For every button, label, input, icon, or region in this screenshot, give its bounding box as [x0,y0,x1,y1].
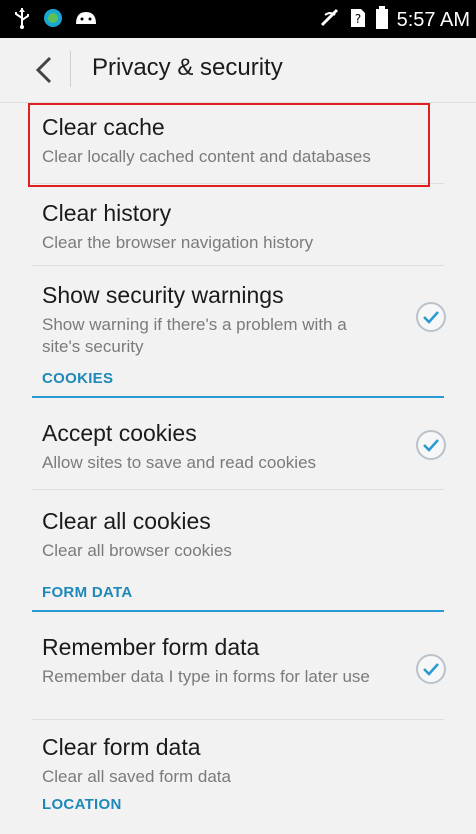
pref-title: Clear form data [42,734,201,760]
section-rule [32,610,444,612]
pref-clear-history[interactable]: Clear history Clear the browser navigati… [0,184,476,266]
pref-summary: Clear all saved form data [42,767,231,786]
section-location: LOCATION [0,790,476,826]
section-rule [32,396,444,398]
sim-unknown-icon: ? [349,7,367,34]
check-icon [423,311,439,324]
pref-summary: Remember data I type in forms for later … [42,667,370,686]
pref-title: Show security warnings [42,282,284,308]
app-bar: Privacy & security [0,38,476,103]
checkbox-security-warnings[interactable] [416,302,446,332]
pref-show-security-warnings[interactable]: Show security warnings Show warning if t… [0,266,476,360]
svg-text:?: ? [354,12,360,26]
clock: 5:57 AM [396,9,470,31]
usb-icon [12,6,32,35]
check-icon [423,439,439,452]
pref-clear-form-data[interactable]: Clear form data Clear all saved form dat… [0,720,476,798]
pref-title: Remember form data [42,634,260,660]
section-label: COOKIES [42,370,114,387]
sync-icon [42,7,64,34]
pref-title: Accept cookies [42,420,197,446]
pref-title: Clear all cookies [42,508,211,534]
page-title: Privacy & security [92,54,283,81]
battery-icon [375,6,389,35]
pref-summary: Clear all browser cookies [42,541,232,560]
checkbox-remember-form-data[interactable] [416,654,446,684]
pref-summary: Clear the browser navigation history [42,233,314,252]
status-right: ? 5:57 AM [319,6,470,35]
pref-summary: Allow sites to save and read cookies [42,453,317,472]
app-bar-divider [70,51,71,87]
checkbox-accept-cookies[interactable] [416,430,446,460]
android-icon [74,8,98,33]
no-signal-icon [319,7,341,34]
pref-accept-cookies[interactable]: Accept cookies Allow sites to save and r… [0,402,476,490]
section-cookies: COOKIES [0,364,476,400]
highlight-box [28,103,430,187]
pref-summary: Show warning if there's a problem with a… [42,315,347,356]
section-label: LOCATION [42,796,122,813]
section-label: FORM DATA [42,584,133,601]
check-icon [423,663,439,676]
pref-clear-all-cookies[interactable]: Clear all cookies Clear all browser cook… [0,490,476,574]
back-chevron-icon[interactable] [30,56,58,84]
pref-title: Clear history [42,200,172,226]
status-bar: ? 5:57 AM [0,0,476,38]
pref-remember-form-data[interactable]: Remember form data Remember data I type … [0,616,476,720]
section-form-data: FORM DATA [0,578,476,614]
status-left-icons [12,6,98,35]
